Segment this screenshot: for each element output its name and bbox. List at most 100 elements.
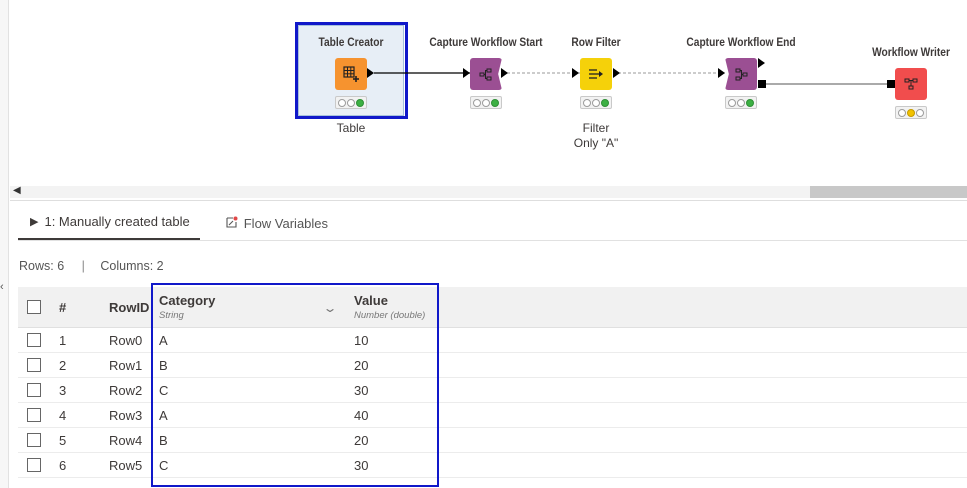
table-body: 1 Row0 A 10 2 Row1 B 20 3 Row2 C 30 4 Row3 A 40 5 Row4 B 20… — [18, 328, 967, 478]
node-status-table-creator — [335, 96, 367, 109]
value-cell: 40 — [354, 407, 369, 423]
output-port-capture-end-bottom — [758, 80, 766, 88]
category-cell: A — [159, 407, 168, 423]
left-panel-collapsed[interactable]: ‹ — [0, 0, 9, 488]
row-id: Row4 — [109, 432, 143, 448]
header-category-type: String — [159, 310, 184, 321]
value-cell: 10 — [354, 332, 369, 348]
capture-workflow-start-node[interactable] — [470, 58, 502, 90]
expand-left-panel-icon[interactable]: ‹ — [0, 281, 4, 293]
header-number: # — [59, 299, 67, 315]
row-select-cell[interactable] — [27, 403, 41, 427]
meta-separator: | — [81, 259, 85, 273]
node-caption-row-filter[interactable]: Filter Only "A" — [574, 121, 619, 151]
value-cell: 20 — [354, 357, 369, 373]
input-port-row-filter — [572, 68, 579, 78]
status-light-red — [898, 108, 907, 117]
status-light-green — [745, 98, 754, 107]
workflow-writer-node[interactable] — [895, 68, 927, 100]
node-status-capture-start — [470, 96, 502, 109]
data-table: # RowID Category String ⌄ Value Number (… — [18, 287, 967, 478]
status-light-yellow — [906, 108, 915, 117]
category-cell: A — [159, 332, 168, 348]
tab-label: 1: Manually created table — [44, 214, 190, 229]
capture-workflow-end-node[interactable] — [725, 58, 757, 90]
row-checkbox[interactable] — [27, 358, 41, 372]
node-title-workflow-writer: Workflow Writer — [872, 45, 950, 59]
row-id: Row0 — [109, 332, 143, 348]
table-row[interactable]: 5 Row4 B 20 — [18, 428, 967, 453]
row-number: 6 — [59, 457, 67, 473]
row-select-cell[interactable] — [27, 453, 41, 477]
header-category-title: Category — [159, 293, 216, 308]
row-id: Row2 — [109, 382, 143, 398]
status-light-red — [728, 98, 737, 107]
value-cell: 30 — [354, 457, 369, 473]
status-light-red — [583, 98, 592, 107]
status-light-green — [355, 98, 364, 107]
row-select-cell[interactable] — [27, 328, 41, 352]
node-title-table-creator: Table Creator — [318, 35, 384, 49]
status-light-red — [338, 98, 347, 107]
row-checkbox[interactable] — [27, 408, 41, 422]
value-cell: 20 — [354, 432, 369, 448]
row-id: Row1 — [109, 357, 143, 373]
row-filter-icon — [589, 69, 603, 79]
table-row[interactable]: 4 Row3 A 40 — [18, 403, 967, 428]
node-title-row-filter: Row Filter — [571, 35, 621, 49]
row-checkbox[interactable] — [27, 458, 41, 472]
flow-variable-icon — [226, 216, 238, 231]
canvas-horizontal-scrollbar[interactable]: ◀ — [10, 185, 967, 198]
status-light-green — [915, 108, 924, 117]
table-dimensions: Rows: 6 | Columns: 2 — [19, 259, 164, 273]
category-cell: B — [159, 357, 168, 373]
scroll-left-icon[interactable]: ◀ — [13, 185, 21, 196]
table-row[interactable]: 6 Row5 C 30 — [18, 453, 967, 478]
chevron-down-icon[interactable]: ⌄ — [322, 301, 337, 315]
row-checkbox[interactable] — [27, 333, 41, 347]
table-plus-icon — [343, 66, 359, 82]
header-value-type: Number (double) — [354, 310, 426, 321]
table-row[interactable]: 1 Row0 A 10 — [18, 328, 967, 353]
select-all-cell[interactable] — [27, 287, 41, 327]
tab-underline-rule — [18, 240, 967, 241]
table-creator-node[interactable] — [335, 58, 367, 90]
capture-start-icon — [479, 68, 492, 81]
category-cell: B — [159, 432, 168, 448]
select-all-checkbox[interactable] — [27, 300, 41, 314]
row-number: 2 — [59, 357, 67, 373]
node-caption-table-creator[interactable]: Table — [337, 121, 366, 136]
table-header-row: # RowID Category String ⌄ Value Number (… — [18, 287, 967, 328]
tab-label: Flow Variables — [243, 215, 329, 231]
row-id: Row3 — [109, 407, 143, 423]
node-status-workflow-writer — [895, 106, 927, 119]
row-select-cell[interactable] — [27, 378, 41, 402]
row-select-cell[interactable] — [27, 353, 41, 377]
node-title-capture-end: Capture Workflow End — [686, 35, 796, 49]
value-cell: 30 — [354, 382, 369, 398]
input-port-capture-end — [718, 68, 725, 78]
table-row[interactable]: 2 Row1 B 20 — [18, 353, 967, 378]
row-select-cell[interactable] — [27, 428, 41, 452]
row-number: 4 — [59, 407, 67, 423]
row-checkbox[interactable] — [27, 433, 41, 447]
scrollbar-thumb[interactable] — [810, 186, 967, 198]
row-number: 5 — [59, 432, 67, 448]
table-row[interactable]: 3 Row2 C 30 — [18, 378, 967, 403]
status-light-red — [473, 98, 482, 107]
header-value[interactable]: Value Number (double) — [354, 287, 425, 327]
panel-divider[interactable] — [10, 200, 967, 201]
tab-flow-variables[interactable]: Flow Variables — [214, 205, 338, 241]
status-light-yellow — [481, 98, 490, 107]
header-category[interactable]: Category String — [159, 287, 215, 327]
workflow-canvas[interactable]: Table Creator Table Capture Workflow Sta… — [10, 0, 967, 200]
tab-manually-created-table[interactable]: ▶ 1: Manually created table — [18, 205, 200, 241]
input-port-workflow-writer — [887, 80, 895, 88]
row-checkbox[interactable] — [27, 383, 41, 397]
output-tabs: ▶ 1: Manually created table Flow Variabl… — [18, 205, 338, 241]
node-status-capture-end — [725, 96, 757, 109]
header-rowid[interactable]: RowID — [109, 287, 149, 327]
header-value-title: Value — [354, 293, 388, 308]
row-filter-node[interactable] — [580, 58, 612, 90]
category-cell: C — [159, 457, 169, 473]
